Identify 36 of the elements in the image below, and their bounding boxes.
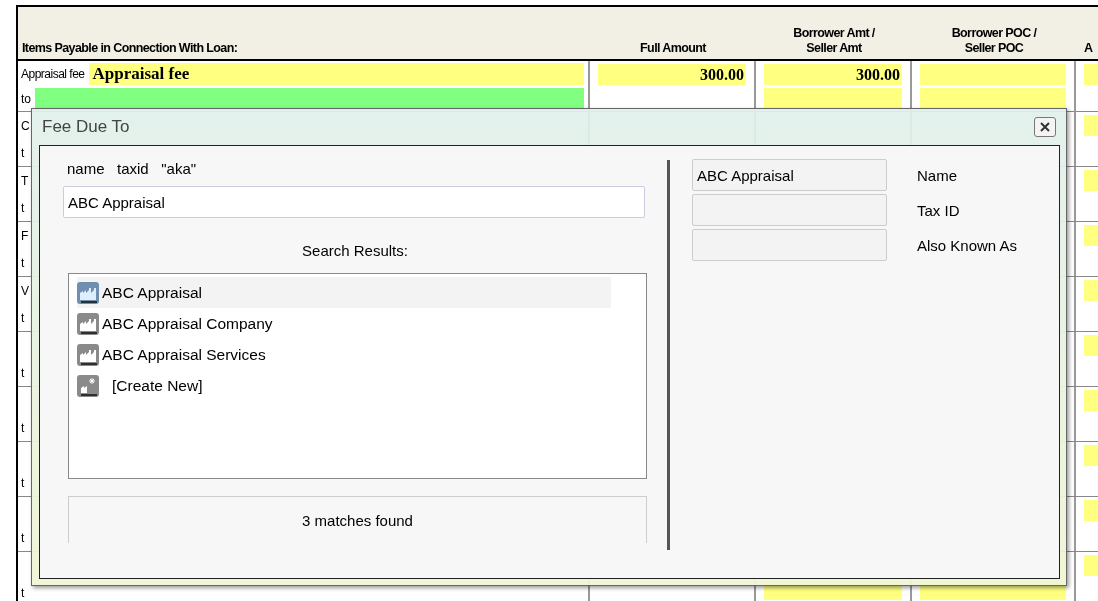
result-item[interactable]: ABC Appraisal Company (77, 308, 611, 339)
borrower-amount-field[interactable]: 300.00 (764, 64, 902, 85)
payee-prefix: to (21, 92, 31, 107)
payee-prefix: t (21, 420, 25, 435)
detail-field[interactable]: ABC Appraisal (692, 159, 887, 191)
search-field[interactable]: ABC Appraisal (63, 186, 645, 218)
status-text: 3 matches found (68, 496, 647, 543)
fee-code: Appraisal fee (21, 66, 85, 81)
detail-label: Also Known As (917, 236, 1018, 254)
column-header: Borrower Amt / Seller Amt (792, 26, 876, 57)
column-header: Borrower POC / Seller POC (950, 26, 1038, 57)
payee-prefix: t (21, 255, 25, 270)
result-item[interactable]: ABC Appraisal Services (77, 339, 611, 370)
payee-prefix: t (21, 145, 25, 160)
payee-prefix: t (21, 365, 25, 380)
fee-description-field[interactable]: Appraisal fee (88, 62, 584, 85)
result-item[interactable]: ABC Appraisal (77, 277, 611, 308)
column-header: Full Amount (639, 41, 708, 57)
detail-label: Tax ID (917, 201, 961, 219)
detail-label: Name (917, 166, 958, 184)
dialog-title: Fee Due To (42, 117, 130, 137)
column-header: Items Payable in Connection With Loan: (21, 41, 239, 57)
results-label: Search Results: (302, 242, 408, 259)
fee-code: V (21, 283, 29, 298)
full-amount-field[interactable]: 300.00 (598, 64, 746, 85)
fee-code: T (21, 173, 28, 188)
result-item[interactable]: [Create New] (77, 370, 611, 401)
payee-prefix: t (21, 200, 25, 215)
payee-prefix: t (21, 585, 25, 600)
payee-prefix: t (21, 530, 25, 545)
fee-code: C (21, 118, 30, 133)
column-header: A (1083, 41, 1094, 57)
fee-code: F (21, 228, 28, 243)
payee-prefix: t (21, 475, 25, 490)
payee-prefix: t (21, 310, 25, 325)
search-hint: name taxid "aka" (66, 160, 198, 179)
